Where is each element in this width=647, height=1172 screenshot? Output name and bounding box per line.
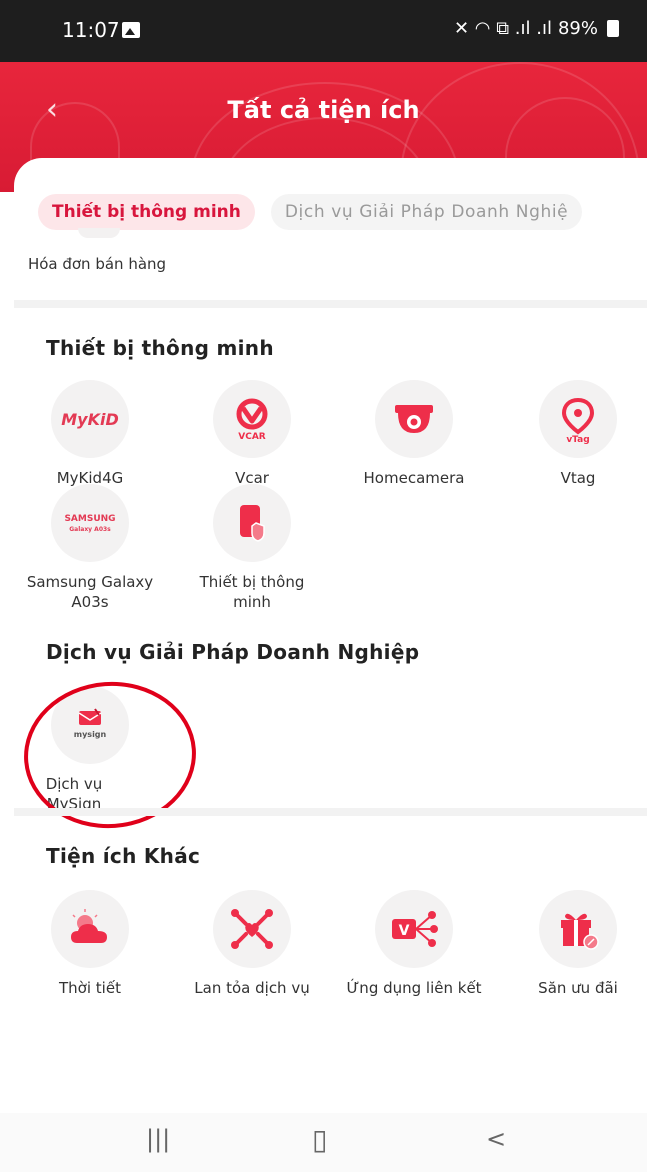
- section-divider: [14, 300, 647, 308]
- tab-business-solutions[interactable]: Dịch vụ Giải Pháp Doanh Nghiệ: [270, 194, 583, 230]
- vtag-icon: vTag: [539, 380, 617, 458]
- page-title: Tất cả tiện ích: [227, 96, 420, 124]
- status-icons: ✕ ◠ ⧉ .ıl .ıl 89%: [454, 18, 619, 39]
- home-button[interactable]: ▯: [312, 1123, 327, 1156]
- invoice-icon: [78, 228, 120, 238]
- weather-icon: [51, 890, 129, 968]
- signal-status-icon: ✕ ◠ ⧉ .ıl .ıl: [454, 18, 552, 39]
- status-bar: 11:07 ✕ ◠ ⧉ .ıl .ıl 89%: [0, 0, 647, 62]
- share-heart-icon: [213, 890, 291, 968]
- camera-icon: [375, 380, 453, 458]
- service-label: Ứng dụng liên kết: [346, 979, 482, 997]
- vtag-logo-text: vTag: [566, 435, 589, 444]
- mykid-logo-text: MyKiD: [61, 410, 119, 429]
- recents-button[interactable]: |||: [146, 1125, 170, 1153]
- linked-app-logo-text: V: [399, 923, 410, 939]
- vcar-logo-text: VCAR: [238, 432, 266, 442]
- system-nav-bar: ||| ▯ <: [0, 1113, 647, 1172]
- service-label: Săn ưu đãi: [538, 979, 618, 997]
- invoice-label: Hóa đơn bán hàng: [27, 255, 167, 273]
- battery-level: 89%: [557, 18, 598, 39]
- samsung-model-text: Galaxy A03s: [69, 526, 111, 533]
- service-label: Vtag: [560, 469, 596, 487]
- section-title-other: Tiện ích Khác: [46, 844, 201, 868]
- status-time: 11:07: [62, 18, 120, 42]
- samsung-logo-icon: SAMSUNG Galaxy A03s: [51, 484, 129, 562]
- section-divider: [14, 808, 647, 816]
- battery-icon: [607, 20, 619, 37]
- linked-app-icon: V: [375, 890, 453, 968]
- service-label: Thời tiết: [59, 979, 121, 997]
- smart-device-icon: [213, 484, 291, 562]
- service-label: Thiết bị thông minh: [199, 573, 305, 611]
- service-label: Lan tỏa dịch vụ: [194, 979, 310, 997]
- gallery-notification-icon: [122, 22, 140, 38]
- service-label: Samsung Galaxy A03s: [26, 573, 154, 611]
- section-title-business: Dịch vụ Giải Pháp Doanh Nghiệp: [46, 640, 420, 664]
- vcar-icon: VCAR: [213, 380, 291, 458]
- mykid-logo-icon: MyKiD: [51, 380, 129, 458]
- section-title-smart-devices: Thiết bị thông minh: [46, 336, 274, 360]
- samsung-logo-text: SAMSUNG: [64, 514, 115, 524]
- nav-back-button[interactable]: <: [486, 1125, 506, 1153]
- service-label: Homecamera: [363, 469, 465, 487]
- tab-smart-devices[interactable]: Thiết bị thông minh: [38, 194, 255, 230]
- gift-icon: [539, 890, 617, 968]
- category-tabs: Thiết bị thông minh Dịch vụ Giải Pháp Do…: [38, 194, 583, 230]
- content-sheet: Thiết bị thông minh Dịch vụ Giải Pháp Do…: [14, 158, 647, 1113]
